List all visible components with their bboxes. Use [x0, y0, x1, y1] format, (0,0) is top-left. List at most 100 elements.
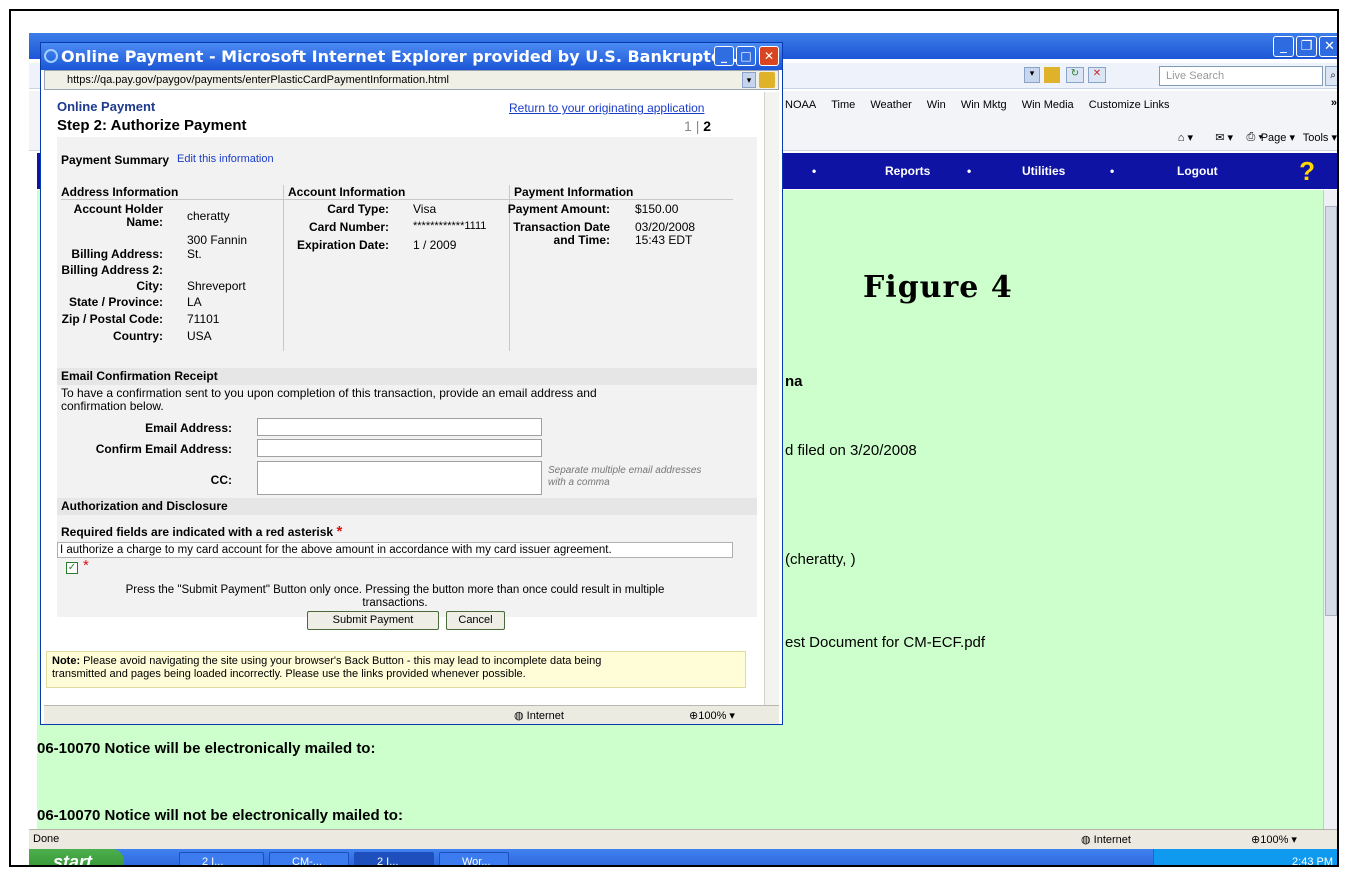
popup-address-bar[interactable]: https://qa.pay.gov/paygov/payments/enter…	[44, 70, 779, 90]
payment-summary-title: Payment Summary	[61, 153, 170, 167]
taskbar-item[interactable]: 2 I...	[354, 852, 434, 865]
links-overflow-icon[interactable]: »	[1331, 97, 1337, 109]
link-time[interactable]: Time	[831, 99, 855, 111]
popup-status-zone: ◍ Internet	[514, 710, 564, 722]
holder-value: cheratty	[187, 209, 230, 223]
transaction-date-label: Transaction Date	[513, 220, 610, 234]
email-input[interactable]	[257, 418, 542, 436]
billing2-label: Billing Address 2:	[61, 263, 163, 277]
restore-icon[interactable]: ❐	[1296, 36, 1317, 57]
cc-hint-2: with a comma	[548, 477, 610, 488]
notice-not-mailed: 06-10070 Notice will not be electronical…	[37, 807, 403, 824]
page-menu[interactable]: Page ▾	[1261, 131, 1295, 144]
city-value: Shreveport	[187, 279, 246, 293]
authorize-checkbox[interactable]: ✓	[66, 562, 78, 574]
live-search-input[interactable]: Live Search	[1159, 66, 1323, 86]
cc-textarea[interactable]	[257, 461, 542, 495]
zoom-icon: ⊕	[689, 710, 699, 722]
state-value: LA	[187, 295, 202, 309]
address-heading: Address Information	[61, 185, 179, 199]
link-win[interactable]: Win	[927, 99, 946, 111]
popup-url: https://qa.pay.gov/paygov/payments/enter…	[67, 74, 449, 86]
required-asterisk: *	[336, 523, 343, 540]
status-zone: ◍ Internet	[1081, 834, 1131, 846]
content-document: est Document for CM-ECF.pdf	[785, 634, 986, 651]
navigation-note: Note: Please avoid navigating the site u…	[46, 651, 746, 688]
zip-value: 71101	[187, 312, 220, 326]
taskbar: start 2 I... CM-... 2 I... Wor... 2:43 P…	[29, 849, 1337, 867]
taskbar-item[interactable]: CM-...	[269, 852, 349, 865]
maximize-icon[interactable]: □	[736, 46, 756, 66]
transaction-time-value: 15:43 EDT	[635, 233, 693, 247]
expiration-value: 1 / 2009	[413, 238, 457, 252]
card-type-label: Card Type:	[327, 202, 389, 216]
home-icon[interactable]: ⌂ ▾	[1178, 131, 1193, 144]
cc-label: CC:	[210, 473, 232, 487]
popup-status-zoom[interactable]: ⊕100% ▾	[689, 709, 735, 722]
nav-logout[interactable]: Logout	[1177, 164, 1218, 178]
minimize-icon[interactable]: _	[1273, 36, 1294, 57]
lock-icon	[759, 72, 775, 88]
address-dropdown-icon[interactable]: ▾	[1024, 67, 1040, 83]
email-section-heading: Email Confirmation Receipt	[57, 368, 757, 385]
return-link[interactable]: Return to your originating application	[509, 101, 704, 115]
globe-icon: ◍	[514, 710, 527, 722]
figure-label: Figure 4	[863, 270, 1013, 305]
card-type-value: Visa	[413, 202, 437, 216]
state-label: State / Province:	[68, 295, 163, 309]
chevron-down-icon[interactable]: ▾	[742, 72, 756, 88]
system-tray: 2:43 PM	[1153, 849, 1337, 867]
stop-icon[interactable]: ✕	[1088, 67, 1106, 83]
search-icon[interactable]: ⌕	[1325, 66, 1337, 86]
minimize-icon[interactable]: _	[714, 46, 734, 66]
card-number-value: ************1111	[413, 220, 487, 232]
checkbox-required-asterisk: *	[83, 557, 89, 574]
payment-heading: Payment Information	[514, 185, 634, 199]
page-scrollbar[interactable]	[1323, 190, 1337, 830]
nav-utilities[interactable]: Utilities	[1022, 164, 1065, 178]
zip-label: Zip / Postal Code:	[61, 312, 163, 326]
nav-separator: •	[967, 164, 972, 178]
column-divider	[283, 185, 284, 351]
auth-section-heading: Authorization and Disclosure	[57, 498, 757, 515]
clock: 2:43 PM	[1292, 856, 1333, 867]
edit-link[interactable]: Edit this information	[177, 153, 274, 165]
status-zoom[interactable]: ⊕100% ▾	[1251, 833, 1297, 846]
confirm-email-input[interactable]	[257, 439, 542, 457]
link-customize[interactable]: Customize Links	[1089, 99, 1170, 111]
feeds-icon[interactable]: ✉ ▾	[1215, 131, 1233, 144]
browser-status-bar: Done ◍ Internet ⊕100% ▾	[29, 829, 1337, 849]
amount-value: $150.00	[635, 202, 679, 216]
notice-mailed: 06-10070 Notice will be electronically m…	[37, 740, 376, 757]
card-number-label: Card Number:	[308, 220, 389, 234]
nav-reports[interactable]: Reports	[885, 164, 930, 178]
status-text: Done	[33, 833, 60, 845]
submit-payment-button[interactable]: Submit Payment	[307, 611, 439, 630]
authorization-statement: I authorize a charge to my card account …	[57, 542, 733, 558]
cancel-button[interactable]: Cancel	[446, 611, 505, 630]
refresh-icon[interactable]: ↻	[1066, 67, 1084, 83]
link-win-mktg[interactable]: Win Mktg	[961, 99, 1007, 111]
submit-instruction: Press the "Submit Payment" Button only o…	[125, 584, 665, 596]
link-weather[interactable]: Weather	[870, 99, 911, 111]
taskbar-item[interactable]: Wor...	[439, 852, 509, 865]
billing-label: Billing Address:	[71, 247, 163, 261]
content-party: (cheratty, )	[785, 551, 856, 568]
close-icon[interactable]: ✕	[1319, 36, 1337, 57]
help-icon[interactable]: ?	[1299, 156, 1315, 187]
submit-instruction-2: transactions.	[362, 597, 428, 609]
holder-label: Account Holder	[73, 202, 163, 216]
close-icon[interactable]: ✕	[759, 46, 779, 66]
step-title: Step 2: Authorize Payment	[57, 117, 247, 134]
taskbar-item[interactable]: 2 I...	[179, 852, 264, 865]
globe-icon: ◍	[1081, 834, 1094, 846]
link-noaa[interactable]: NOAA	[785, 99, 816, 111]
tools-menu[interactable]: Tools ▾	[1303, 131, 1337, 144]
popup-scrollbar[interactable]	[764, 92, 779, 706]
link-win-media[interactable]: Win Media	[1022, 99, 1074, 111]
required-note: Required fields are indicated with a red…	[61, 523, 343, 540]
account-heading: Account Information	[288, 185, 406, 199]
start-button[interactable]: start	[29, 849, 124, 865]
country-label: Country:	[113, 329, 163, 343]
step-indicator: 1 | 2	[684, 118, 712, 134]
